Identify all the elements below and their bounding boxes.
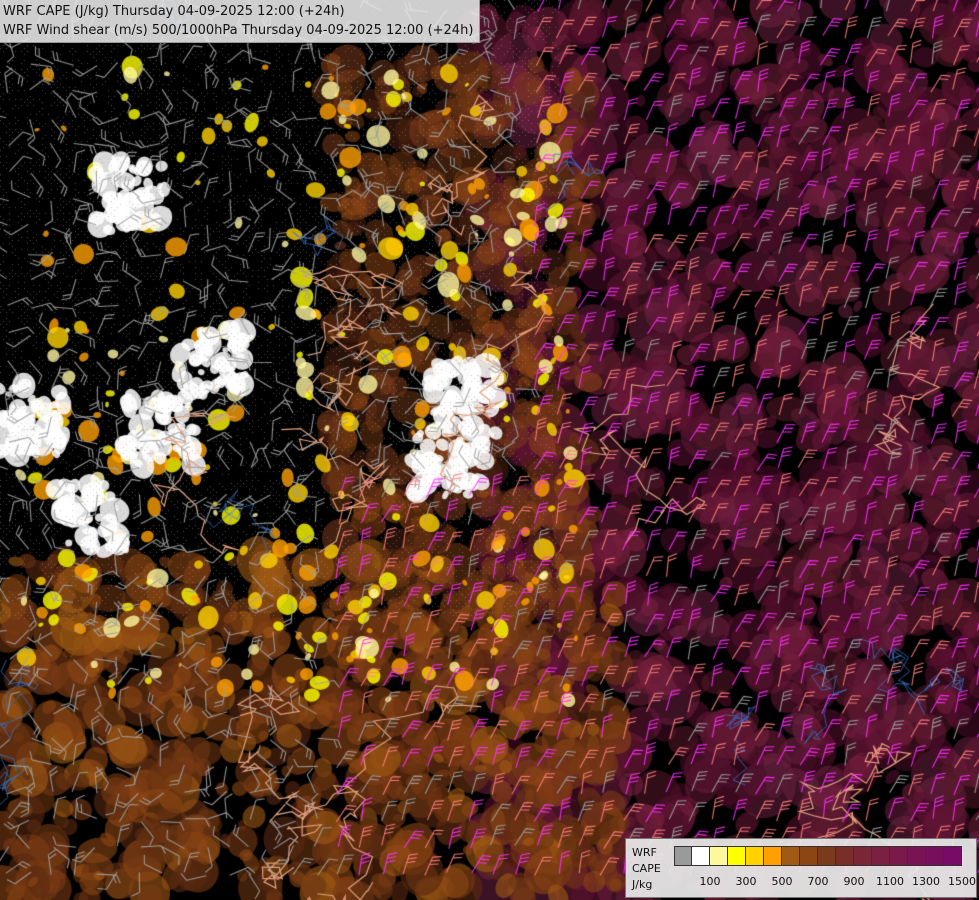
legend-swatch — [818, 846, 836, 866]
legend-swatch — [890, 846, 908, 866]
legend-tick: 500 — [771, 875, 793, 888]
legend-color-scale — [674, 846, 962, 866]
legend-swatch — [872, 846, 890, 866]
legend-swatch — [728, 846, 746, 866]
legend-swatch — [782, 846, 800, 866]
legend-tick: 1100 — [876, 875, 904, 888]
legend-swatch — [944, 846, 962, 866]
legend-label-variable: CAPE — [632, 862, 661, 875]
legend-swatch — [764, 846, 782, 866]
map-title-cape: WRF CAPE (J/kg) Thursday 04-09-2025 12:0… — [3, 4, 345, 19]
legend-swatch — [692, 846, 710, 866]
legend-swatch — [926, 846, 944, 866]
legend-label-unit: J/kg — [632, 878, 653, 891]
legend-tick: 1300 — [912, 875, 940, 888]
legend-tick: 700 — [807, 875, 829, 888]
legend-tick: 1500 — [948, 875, 976, 888]
legend-tick: 300 — [735, 875, 757, 888]
cape-shear-map — [0, 0, 979, 900]
legend-swatch — [674, 846, 692, 866]
legend-label-model: WRF — [632, 846, 657, 859]
legend-swatch — [746, 846, 764, 866]
legend-swatch — [800, 846, 818, 866]
legend-swatch — [710, 846, 728, 866]
legend-swatch — [836, 846, 854, 866]
legend-tick: 100 — [699, 875, 721, 888]
legend-tick-labels: 100 300 500 700 900 1100 1300 1500 — [674, 875, 977, 889]
map-title-box: WRF CAPE (J/kg) Thursday 04-09-2025 12:0… — [0, 0, 481, 43]
cape-legend: WRF CAPE J/kg 100 300 500 700 900 1100 1300 150… — [625, 838, 977, 898]
legend-label: WRF CAPE J/kg — [632, 845, 661, 893]
legend-tick: 900 — [843, 875, 865, 888]
legend-swatch — [908, 846, 926, 866]
map-title-wind-shear: WRF Wind shear (m/s) 500/1000hPa Thursda… — [3, 23, 474, 38]
legend-swatch — [854, 846, 872, 866]
